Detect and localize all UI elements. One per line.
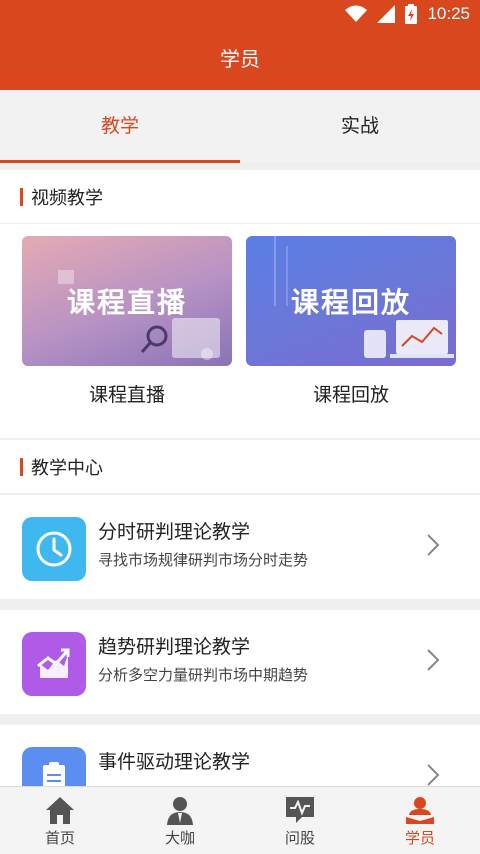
live-thumb-text: 课程直播 bbox=[66, 286, 187, 319]
chevron-right-icon bbox=[427, 764, 440, 786]
live-course-thumbnail[interactable]: 课程直播 bbox=[22, 236, 232, 366]
list-item[interactable]: 分时研判理论教学 寻找市场规律研判市场分时走势 bbox=[0, 495, 480, 599]
nav-ask-stock-label: 问股 bbox=[284, 829, 315, 847]
student-icon bbox=[406, 797, 434, 824]
list-item-subtitle: 寻找市场规律研判市场分时走势 bbox=[98, 551, 309, 569]
nav-expert-label: 大咖 bbox=[164, 829, 195, 847]
nav-home[interactable]: 首页 bbox=[0, 787, 120, 854]
signal-icon bbox=[377, 5, 396, 23]
replay-course-label: 课程回放 bbox=[312, 384, 389, 406]
replay-course-card[interactable]: 课程回放 课程回放 bbox=[246, 236, 456, 407]
replay-course-thumbnail[interactable]: 课程回放 bbox=[246, 236, 456, 366]
list-item-subtitle: 分析多空力量研判市场中期趋势 bbox=[98, 666, 309, 684]
chevron-right-icon bbox=[427, 534, 440, 556]
video-section-title: 视频教学 bbox=[31, 187, 103, 209]
live-course-card[interactable]: 课程直播 课程直播 bbox=[22, 236, 232, 407]
status-time: 10:25 bbox=[427, 4, 470, 23]
nav-student-label: 学员 bbox=[404, 829, 435, 847]
list-item[interactable]: 趋势研判理论教学 分析多空力量研判市场中期趋势 bbox=[0, 610, 480, 714]
stock-chat-icon bbox=[286, 797, 314, 823]
teaching-center-title: 教学中心 bbox=[31, 457, 103, 479]
wifi-icon bbox=[345, 5, 368, 22]
nav-ask-stock[interactable]: 问股 bbox=[240, 787, 360, 854]
nav-home-label: 首页 bbox=[44, 829, 75, 847]
bottom-nav: 首页 大咖 问股 学员 bbox=[0, 786, 480, 854]
home-icon bbox=[46, 797, 74, 824]
video-section-header: 视频教学 bbox=[0, 170, 480, 224]
status-icons: 10:25 bbox=[345, 2, 470, 26]
tab-teaching[interactable]: 教学 bbox=[0, 90, 240, 163]
nav-student[interactable]: 学员 bbox=[360, 787, 480, 854]
trend-chart-icon bbox=[22, 632, 86, 696]
section-marker bbox=[20, 457, 23, 476]
expert-icon bbox=[167, 797, 193, 825]
list-item-title: 事件驱动理论教学 bbox=[98, 751, 251, 773]
tab-practice[interactable]: 实战 bbox=[240, 90, 480, 162]
section-marker bbox=[20, 187, 23, 206]
live-course-label: 课程直播 bbox=[88, 384, 165, 406]
clock-icon bbox=[22, 517, 86, 581]
video-teaching-section: 视频教学 课程直播 课程直播 课程回放 课程回放 bbox=[0, 170, 480, 438]
status-bar: 10:25 bbox=[0, 0, 480, 28]
battery-icon bbox=[405, 4, 418, 24]
list-item-title: 趋势研判理论教学 bbox=[98, 636, 251, 658]
video-grid: 课程直播 课程直播 课程回放 课程回放 bbox=[0, 224, 480, 407]
replay-thumb-text: 课程回放 bbox=[290, 286, 411, 319]
nav-expert[interactable]: 大咖 bbox=[120, 787, 240, 854]
tab-bar: 教学 实战 bbox=[0, 90, 480, 163]
page-title: 学员 bbox=[0, 28, 480, 90]
list-item-title: 分时研判理论教学 bbox=[98, 521, 251, 543]
teaching-center-header: 教学中心 bbox=[0, 440, 480, 494]
chevron-right-icon bbox=[427, 649, 440, 671]
teaching-center-section: 教学中心 bbox=[0, 440, 480, 494]
